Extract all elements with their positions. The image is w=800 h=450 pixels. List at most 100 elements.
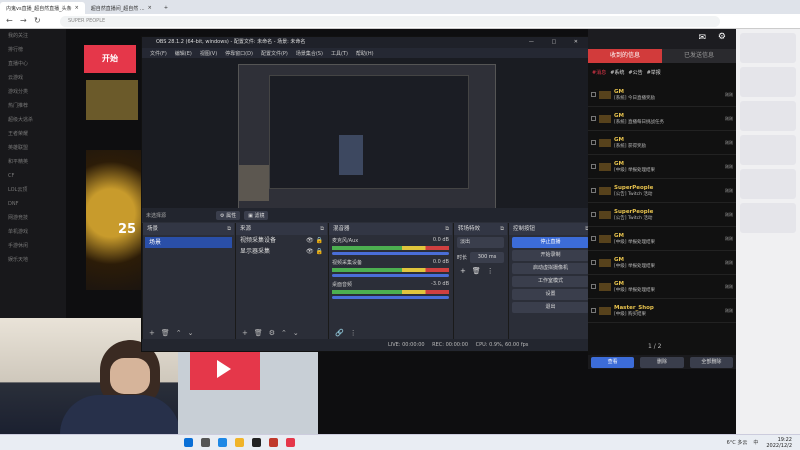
recommend-card[interactable] (740, 203, 796, 233)
start-button[interactable]: 开始 (84, 45, 136, 73)
start-recording-button[interactable]: 开始录制 (512, 250, 589, 261)
dock-float-icon[interactable]: ⧉ (500, 223, 504, 235)
add-icon[interactable]: + (149, 329, 155, 337)
obs-menu-item[interactable]: 场景集合(S) (296, 50, 323, 57)
message-row[interactable]: GM [中级] 举报处理结果 刚刚 (588, 227, 736, 251)
chat-subtab[interactable]: #消息 (592, 69, 606, 79)
sidebar-item[interactable]: 我的关注 (0, 29, 66, 43)
sidebar-item[interactable]: CF (0, 169, 66, 183)
properties-button[interactable]: ⚙ 属性 (216, 210, 241, 220)
message-checkbox[interactable] (591, 212, 596, 217)
sidebar-item[interactable]: 热门推荐 (0, 99, 66, 113)
search-icon[interactable] (201, 438, 210, 447)
weather-widget[interactable]: 6°C 多云 (727, 439, 748, 446)
message-row[interactable]: GM [中级] 举报处理结果 刚刚 (588, 155, 736, 179)
sidebar-item[interactable]: 游戏分类 (0, 85, 66, 99)
transition-select[interactable]: 淡出 (457, 237, 504, 248)
clock[interactable]: 19:22 2022/12/2 (766, 437, 792, 449)
visibility-eye-icon[interactable]: 👁 🔒 (306, 235, 323, 246)
down-icon[interactable]: ⌄ (188, 329, 194, 337)
obs-menu-item[interactable]: 工具(T) (331, 50, 348, 57)
remove-icon[interactable]: 🗑 (161, 329, 170, 337)
add-icon[interactable]: + (242, 329, 248, 337)
message-row[interactable]: GM [系统] 获得奖励 刚刚 (588, 131, 736, 155)
recommend-card[interactable] (740, 135, 796, 165)
message-checkbox[interactable] (591, 260, 596, 265)
volume-slider[interactable] (332, 274, 449, 277)
streaming-app-icon[interactable] (286, 438, 295, 447)
obs-preview[interactable] (142, 58, 592, 210)
duration-input[interactable]: 300 ms (470, 252, 504, 263)
delete-button[interactable]: 删除 (640, 356, 684, 368)
volume-slider[interactable] (332, 296, 449, 299)
message-row[interactable]: GM [系统] 今日直播奖励 刚刚 (588, 83, 736, 107)
gear-icon[interactable]: ⚙ (269, 329, 275, 337)
studio-mode-button[interactable]: 工作室模式 (512, 276, 589, 287)
close-icon[interactable]: × (75, 5, 79, 11)
obs-menu-item[interactable]: 视图(V) (200, 50, 217, 57)
forward-icon[interactable]: → (20, 16, 27, 25)
sidebar-item[interactable]: 和平精英 (0, 155, 66, 169)
sidebar-item[interactable]: LOL云顶 (0, 183, 66, 197)
game-app-icon[interactable] (269, 438, 278, 447)
up-icon[interactable]: ⌃ (281, 329, 287, 337)
refresh-icon[interactable]: ↻ (34, 16, 41, 25)
sidebar-item[interactable]: 单机游戏 (0, 225, 66, 239)
obs-menu-item[interactable]: 停靠窗口(D) (225, 50, 253, 57)
recommend-card[interactable] (740, 67, 796, 97)
ime-indicator[interactable]: 中 (753, 439, 758, 446)
play-icon[interactable] (217, 360, 231, 378)
dock-float-icon[interactable]: ⧉ (227, 223, 231, 235)
tab-received[interactable]: 收到的信息 (588, 49, 662, 63)
obs-menu-item[interactable]: 配置文件(P) (261, 50, 288, 57)
message-row[interactable]: GM [中级] 举报处理结果 刚刚 (588, 251, 736, 275)
view-button[interactable]: 查看 (591, 356, 635, 368)
gear-icon[interactable]: ⚙ (718, 32, 726, 42)
visibility-eye-icon[interactable]: 👁 🔒 (306, 246, 323, 257)
delete-all-button[interactable]: 全部删除 (689, 356, 733, 368)
sidebar-item[interactable]: 英雄联盟 (0, 141, 66, 155)
volume-slider[interactable] (332, 252, 449, 255)
remove-icon[interactable]: 🗑 (472, 267, 481, 275)
menu-dots-icon[interactable]: ⋮ (350, 329, 357, 337)
message-checkbox[interactable] (591, 284, 596, 289)
sidebar-item[interactable]: 王者荣耀 (0, 127, 66, 141)
message-row[interactable]: GM [中级] 举报处理结果 刚刚 (588, 275, 736, 299)
window-controls[interactable]: — □ ✕ (529, 37, 586, 48)
down-icon[interactable]: ⌄ (293, 329, 299, 337)
stop-streaming-button[interactable]: 停止直播 (512, 237, 589, 248)
browser-tab-1[interactable]: 内鬼vs直播_超自然直播_头条 × (0, 2, 85, 14)
tab-sent[interactable]: 已发送信息 (662, 49, 736, 63)
message-row[interactable]: Master_Shop [中级] 购买结果 刚刚 (588, 299, 736, 323)
sidebar-item[interactable]: 排行榜 (0, 43, 66, 57)
browser-tab-2[interactable]: 超自然直播间_超自然 ... × (85, 2, 158, 14)
source-item[interactable]: 显示器采集 👁 🔒 (236, 246, 327, 257)
message-row[interactable]: GM [系统] 直播每日挑战任务 刚刚 (588, 107, 736, 131)
filters-button[interactable]: ▣ 滤镜 (244, 210, 269, 220)
message-checkbox[interactable] (591, 164, 596, 169)
obs-app-icon[interactable] (252, 438, 261, 447)
message-row[interactable]: SuperPeople [公告] Twitch 活动 刚刚 (588, 203, 736, 227)
close-icon[interactable]: × (148, 5, 152, 11)
chat-subtab[interactable]: #系统 (610, 69, 624, 79)
sidebar-item[interactable]: DNF (0, 197, 66, 211)
chat-subtab[interactable]: #公告 (628, 69, 642, 79)
recommend-card[interactable] (740, 33, 796, 63)
message-checkbox[interactable] (591, 308, 596, 313)
settings-button[interactable]: 设置 (512, 289, 589, 300)
sidebar-item[interactable]: 网游竞技 (0, 211, 66, 225)
address-bar[interactable]: SUPER PEOPLE (60, 16, 720, 27)
menu-dots-icon[interactable]: ⋮ (487, 267, 494, 275)
sidebar-item[interactable]: 超级大逃杀 (0, 113, 66, 127)
edge-browser-icon[interactable] (218, 438, 227, 447)
add-icon[interactable]: + (460, 267, 466, 275)
recommend-card[interactable] (740, 101, 796, 131)
obs-menu-item[interactable]: 帮助(H) (356, 50, 374, 57)
back-icon[interactable]: ← (6, 16, 13, 25)
virtual-camera-button[interactable]: 启动虚拟摄像机 (512, 263, 589, 274)
file-explorer-icon[interactable] (235, 438, 244, 447)
obs-menu-item[interactable]: 编辑(E) (175, 50, 192, 57)
up-icon[interactable]: ⌃ (176, 329, 182, 337)
recommend-card[interactable] (740, 169, 796, 199)
link-icon[interactable]: 🔗 (335, 329, 344, 337)
